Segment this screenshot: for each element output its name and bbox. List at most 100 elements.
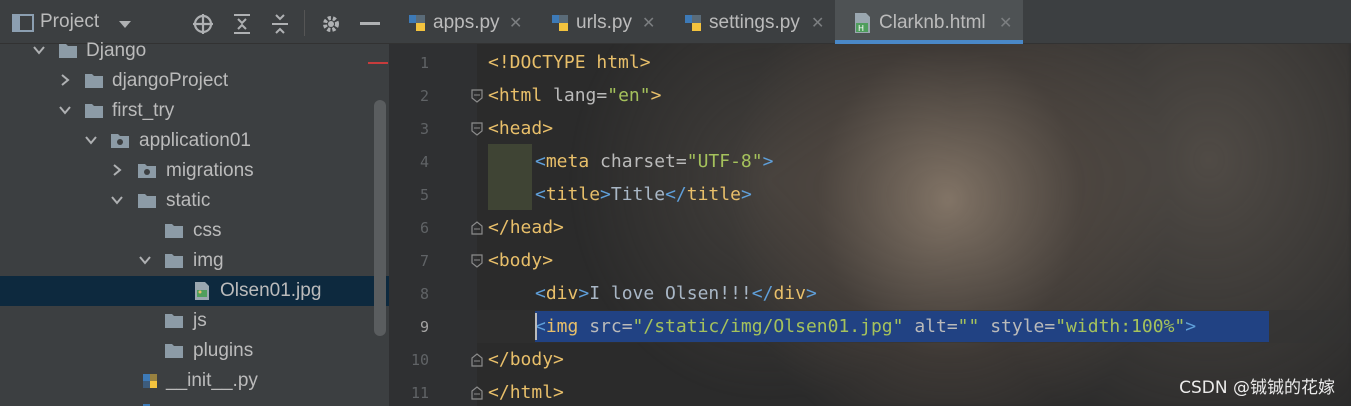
fold-close-icon[interactable] (471, 386, 483, 400)
bracket: > (740, 184, 752, 205)
package-folder-icon (137, 161, 157, 181)
locate-icon[interactable] (192, 13, 214, 35)
chevron-down-icon[interactable] (58, 100, 72, 120)
attr-value: "en" (607, 85, 651, 106)
tab-urls-py[interactable]: urls.py ✕ (532, 0, 664, 44)
tree-item-first-try[interactable]: first_try (0, 96, 389, 126)
project-view-title[interactable]: Project (40, 11, 99, 33)
text-content: Title (610, 184, 666, 205)
svg-text:H: H (858, 24, 864, 33)
error-marker (368, 62, 388, 64)
package-folder-icon (110, 131, 130, 151)
code-line-11[interactable]: </html> (488, 376, 564, 406)
bracket: < (535, 283, 546, 304)
bracket: > (1185, 316, 1197, 337)
chevron-down-icon[interactable] (84, 130, 98, 150)
python-file-icon (407, 12, 427, 34)
line-number: 8 (419, 285, 429, 303)
python-file-icon (683, 12, 703, 34)
code-line-10[interactable]: </body> (488, 343, 564, 376)
project-view-icon (12, 14, 34, 32)
tree-item-init-py[interactable]: __init__.py (0, 366, 389, 396)
tree-item-olsen01-jpg[interactable]: Olsen01.jpg (0, 276, 389, 306)
tree-item-migrations[interactable]: migrations (0, 156, 389, 186)
fold-close-icon[interactable] (471, 221, 483, 235)
fold-open-icon[interactable] (471, 254, 483, 268)
fold-open-icon[interactable] (471, 89, 483, 103)
chevron-down-icon[interactable] (118, 20, 132, 29)
tree-item-djangoproject[interactable]: djangoProject (0, 66, 389, 96)
line-number: 11 (410, 384, 429, 402)
python-file-icon (550, 12, 570, 34)
code-line-5[interactable]: <title>Title</title> (535, 178, 752, 211)
bracket: > (553, 382, 564, 403)
folder-icon (164, 311, 184, 331)
code-line-6[interactable]: </head> (488, 211, 564, 244)
folder-icon (84, 101, 104, 121)
fold-close-icon[interactable] (471, 353, 483, 367)
folder-icon (164, 341, 184, 361)
code-line-2[interactable]: <html lang="en"> (488, 79, 661, 112)
folder-icon (137, 191, 157, 211)
attr-name: style= (979, 316, 1056, 337)
tree-item-application01[interactable]: application01 (0, 126, 389, 156)
code-line-4[interactable]: <meta charset="UTF-8"> (535, 145, 773, 178)
tree-item-css[interactable]: css (0, 216, 389, 246)
line-number: 3 (419, 120, 429, 138)
tab-settings-py[interactable]: settings.py ✕ (665, 0, 833, 44)
image-file-icon (193, 281, 213, 301)
close-icon[interactable]: ✕ (811, 13, 824, 33)
close-icon[interactable]: ✕ (999, 13, 1012, 33)
fold-open-icon[interactable] (471, 122, 483, 136)
bracket: </ (665, 184, 687, 205)
toolbar-divider (304, 10, 305, 36)
gear-icon[interactable] (320, 13, 342, 35)
expand-all-icon[interactable] (232, 13, 252, 35)
collapse-all-icon[interactable] (270, 13, 290, 35)
close-icon[interactable]: ✕ (642, 13, 655, 33)
tab-apps-py[interactable]: apps.py ✕ (389, 0, 529, 44)
line-number: 4 (419, 153, 429, 171)
code-line-7[interactable]: <body> (488, 244, 553, 277)
tree-item-django[interactable]: Django (0, 36, 389, 66)
tree-item-label: Django (86, 40, 147, 61)
tree-item-label: css (193, 220, 222, 241)
code-line-9[interactable]: <img src="/static/img/Olsen01.jpg" alt="… (535, 310, 1196, 343)
doctype-text: <!DOCTYPE html> (488, 52, 651, 73)
tree-item-plugins[interactable]: plugins (0, 336, 389, 366)
line-number: 2 (419, 87, 429, 105)
tree-item-partial[interactable] (0, 396, 389, 406)
tag-name: html (498, 85, 543, 106)
bracket: > (553, 217, 564, 238)
tree-scrollbar[interactable] (374, 100, 386, 336)
project-panel: Project Django djangoProject first_try a… (0, 0, 389, 406)
chevron-right-icon[interactable] (110, 160, 124, 180)
chevron-down-icon[interactable] (110, 190, 124, 210)
close-icon[interactable]: ✕ (509, 13, 522, 33)
chevron-right-icon[interactable] (58, 70, 72, 90)
tag-name: div (773, 283, 806, 304)
bracket: < (535, 151, 546, 172)
chevron-down-icon[interactable] (138, 250, 152, 270)
code-line-8[interactable]: <div>I love Olsen!!!</div> (535, 277, 817, 310)
tree-item-img[interactable]: img (0, 246, 389, 276)
code-line-1[interactable]: <!DOCTYPE html> (488, 46, 651, 79)
tag-name: body (498, 250, 543, 271)
tab-label: Clarknb.html (879, 12, 986, 33)
bracket: > (650, 85, 662, 106)
tree-item-static[interactable]: static (0, 186, 389, 216)
python-file-icon (140, 371, 160, 391)
tree-item-js[interactable]: js (0, 306, 389, 336)
tree-item-label: Olsen01.jpg (220, 280, 322, 301)
tab-label: apps.py (433, 12, 500, 33)
code-line-3[interactable]: <head> (488, 112, 553, 145)
tree-item-label: static (166, 190, 211, 211)
bracket: < (488, 118, 499, 139)
tree-item-label: application01 (139, 130, 251, 151)
tag-name: head (509, 217, 554, 238)
minimize-icon[interactable] (360, 22, 380, 26)
chevron-down-icon[interactable] (32, 40, 46, 60)
folder-icon (84, 71, 104, 91)
tab-clarknb-html[interactable]: H Clarknb.html ✕ (835, 0, 1023, 44)
html-file-icon: H (853, 12, 873, 34)
